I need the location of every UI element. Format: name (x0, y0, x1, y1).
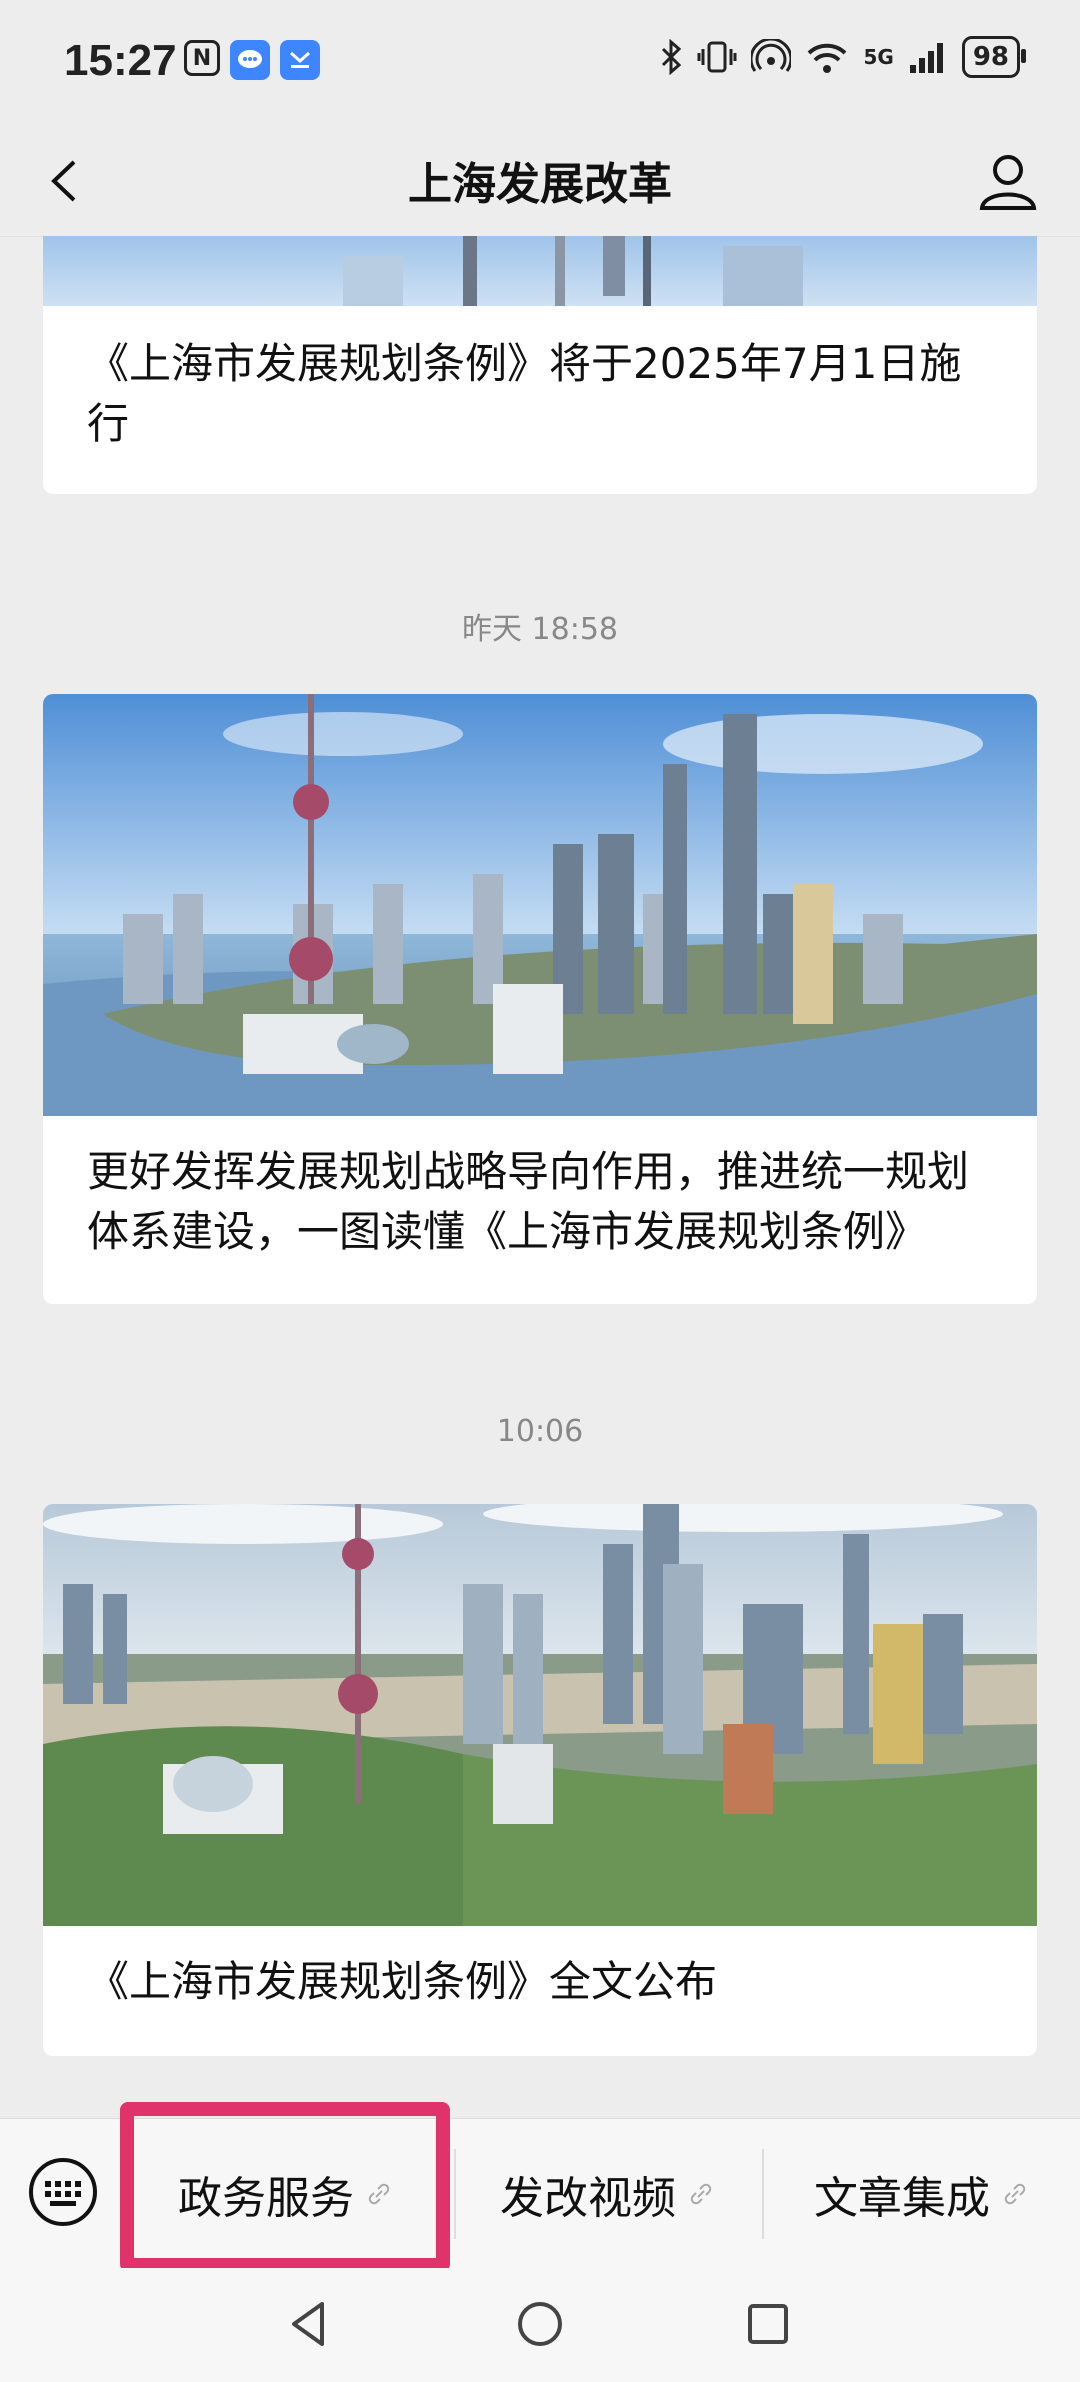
link-icon (690, 2183, 712, 2205)
article-card-1[interactable]: 《上海市发展规划条例》将于2025年7月1日施行 (43, 236, 1037, 494)
nfc-icon: N (184, 40, 220, 76)
menu-item-label: 文章集成 (814, 2173, 990, 2224)
article-card-3[interactable]: 《上海市发展规划条例》全文公布 (43, 1504, 1037, 2056)
menu-item-label: 发改视频 (500, 2173, 676, 2224)
honor-store-icon (280, 40, 320, 80)
message-timestamp-2: 昨天 18:58 (462, 612, 618, 647)
link-icon (1004, 2183, 1026, 2205)
status-icons-right: 5G 98 (659, 36, 1027, 78)
chat-header: 上海发展改革 (0, 126, 1080, 237)
wifi-icon (808, 43, 847, 73)
message-icon (230, 40, 270, 80)
menu-divider (454, 2149, 456, 2239)
nav-home-icon[interactable] (512, 2296, 568, 2352)
article-image-1 (43, 236, 1037, 306)
article-title-1: 《上海市发展规划条例》将于2025年7月1日施行 (87, 339, 962, 448)
nav-back-icon[interactable] (282, 2296, 338, 2352)
highlight-box (120, 2102, 450, 2272)
system-nav-bar (0, 2268, 1080, 2382)
profile-icon[interactable] (976, 148, 1040, 212)
status-bar: 15:27 N 5G 98 (0, 0, 1080, 126)
page-title: 上海发展改革 (408, 159, 672, 210)
battery-icon: 98 (961, 36, 1027, 78)
menu-item-videos[interactable]: 发改视频 (462, 2149, 752, 2239)
status-time: 15:27 (64, 36, 177, 85)
network-type: 5G (863, 45, 894, 69)
hotspot-icon (751, 39, 792, 72)
vibrate-icon (697, 41, 737, 73)
keyboard-icon[interactable] (28, 2157, 98, 2227)
article-image-3 (43, 1504, 1037, 1926)
article-title-3: 《上海市发展规划条例》全文公布 (87, 1957, 718, 2006)
status-icons-left: N (184, 40, 320, 80)
signal-icon (909, 43, 943, 73)
article-card-2[interactable]: 更好发挥发展规划战略导向作用，推进统一规划体系建设，一图读懂《上海市发展规划条例… (43, 694, 1037, 1304)
message-timestamp-3: 10:06 (496, 1414, 584, 1449)
article-image-2 (43, 694, 1037, 1116)
menu-divider (762, 2149, 764, 2239)
article-title-2: 更好发挥发展规划战略导向作用，推进统一规划体系建设，一图读懂《上海市发展规划条例… (87, 1147, 970, 1256)
bluetooth-icon (662, 39, 682, 75)
menu-item-articles[interactable]: 文章集成 (776, 2149, 1066, 2239)
nav-recents-icon[interactable] (740, 2296, 796, 2352)
